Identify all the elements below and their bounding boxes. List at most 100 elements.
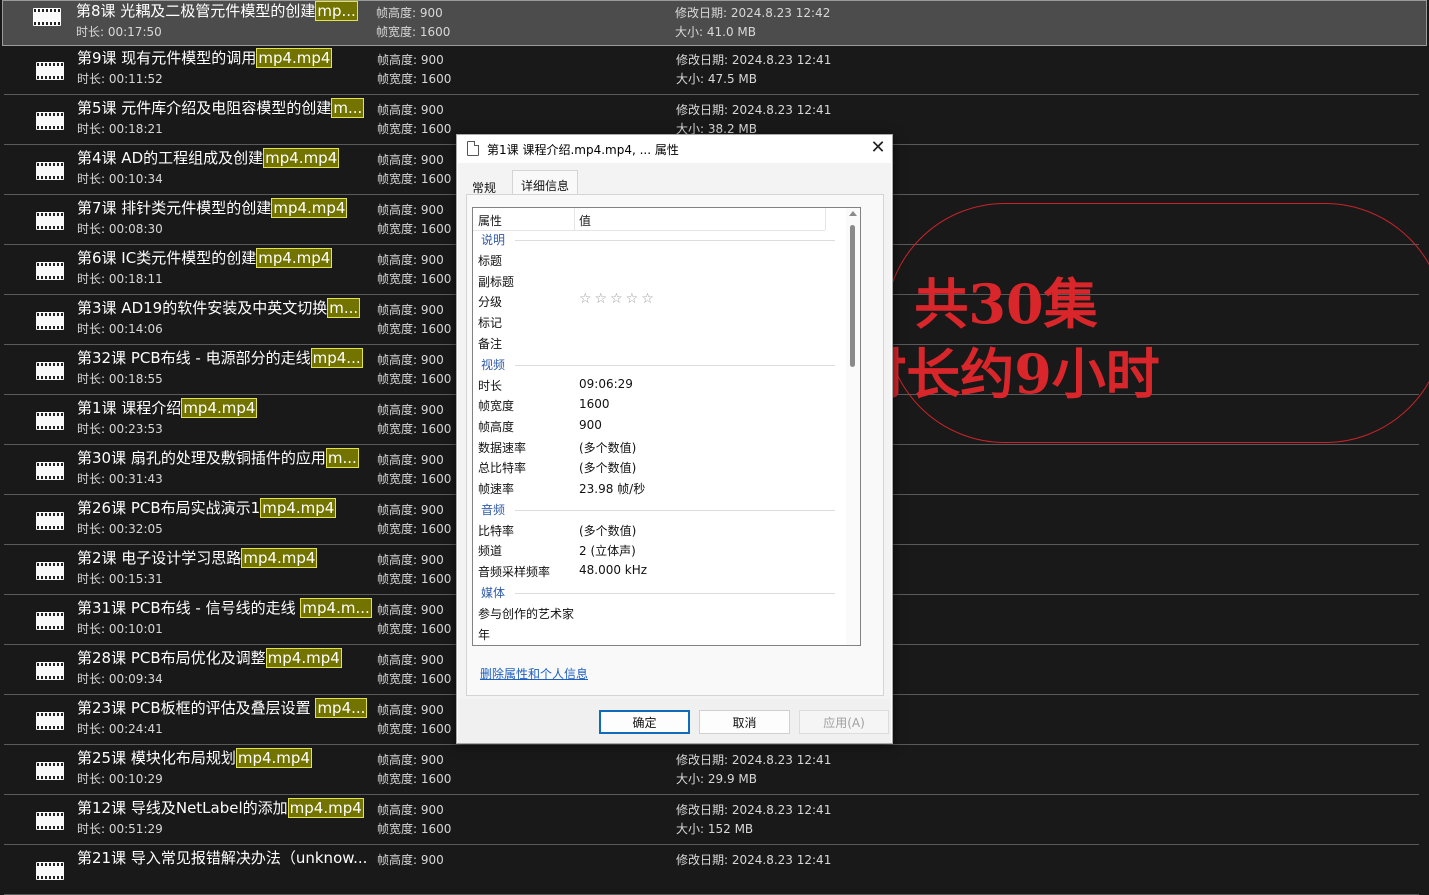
- file-duration: 时长: 00:18:21: [77, 122, 163, 136]
- property-name: 音频采样频率: [478, 565, 551, 580]
- modified-date: 修改日期: 2024.8.23 12:41: [676, 753, 832, 767]
- property-row[interactable]: 帧速率 23.98 帧/秒: [473, 478, 845, 498]
- file-name[interactable]: 第5课 元件库介绍及电阻容模型的创建 m...: [77, 97, 365, 118]
- modified-date: 修改日期: 2024.8.23 12:41: [676, 53, 832, 67]
- file-name[interactable]: 第8课 光耦及二极管元件模型的创建 mp...: [76, 0, 358, 21]
- property-row[interactable]: 分级 ☆☆☆☆☆: [473, 291, 845, 311]
- property-name: 帧速率: [478, 482, 515, 496]
- property-row[interactable]: 标记: [473, 312, 845, 332]
- file-duration: 时长: 00:24:41: [77, 722, 163, 736]
- file-name[interactable]: 第7课 排针类元件模型的创建 mp4.mp4: [77, 197, 348, 218]
- remove-properties-link[interactable]: 删除属性和个人信息: [480, 665, 588, 682]
- file-name[interactable]: 第25课 模块化布局规划 mp4.mp4: [77, 747, 312, 768]
- file-name[interactable]: 第21课 导入常见报错解决办法（unknow...: [77, 847, 367, 868]
- cancel-button[interactable]: 取消: [699, 710, 790, 734]
- property-name: 分级: [478, 295, 503, 310]
- property-row[interactable]: 年: [473, 624, 845, 644]
- file-name[interactable]: 第12课 导线及NetLabel的添加 mp4.mp4: [77, 797, 364, 818]
- frame-width: 帧宽度: 1600: [377, 522, 452, 536]
- close-icon[interactable]: ✕: [867, 137, 889, 159]
- property-value: 2 (立体声): [579, 544, 636, 559]
- frame-width: 帧宽度: 1600: [377, 72, 452, 86]
- video-file-icon: [36, 462, 64, 480]
- section-audio: 音频: [473, 500, 845, 520]
- properties-list[interactable]: 属性 值 说明 标题 副标题 分级 ☆☆☆☆☆ 标记 备注 视频 时长 09:06:29 帧宽度 16…: [472, 207, 861, 646]
- video-file-icon: [36, 662, 64, 680]
- file-name[interactable]: 第28课 PCB布局优化及调整 mp4.mp4: [77, 647, 342, 668]
- column-divider[interactable]: [574, 208, 575, 230]
- file-name-text: 第8课 光耦及二极管元件模型的创建: [76, 2, 316, 20]
- file-name[interactable]: 第31课 PCB布线 - 信号线的走线 mp4.m...: [77, 597, 372, 618]
- file-name[interactable]: 第2课 电子设计学习思路 mp4.mp4: [77, 547, 318, 568]
- rating-stars-icon[interactable]: ☆☆☆☆☆: [579, 291, 657, 307]
- frame-width: 帧宽度: 1600: [377, 172, 452, 186]
- file-row[interactable]: 第9课 现有元件模型的调用 mp4.mp4 时长: 00:11:52 帧高度: 900…: [4, 46, 1419, 95]
- file-name[interactable]: 第6课 IC类元件模型的创建 mp4.mp4: [77, 247, 333, 268]
- file-name-text: 第1课 课程介绍: [77, 399, 182, 417]
- video-file-icon: [36, 612, 64, 630]
- frame-height: 帧高度: 900: [377, 353, 444, 367]
- file-name[interactable]: 第1课 课程介绍 mp4.mp4: [77, 397, 258, 418]
- frame-height: 帧高度: 900: [377, 453, 444, 467]
- file-name[interactable]: 第30课 扇孔的处理及敷铜插件的应用 m...: [77, 447, 359, 468]
- column-header-value[interactable]: 值: [579, 212, 591, 229]
- frame-width: 帧宽度: 1600: [377, 672, 452, 686]
- scrollbar-thumb[interactable]: [850, 225, 855, 367]
- property-value: (多个数值): [579, 440, 637, 455]
- property-row[interactable]: 帧宽度 1600: [473, 395, 845, 415]
- file-row[interactable]: 第21课 导入常见报错解决办法（unknow... 帧高度: 900 修改日期: 2…: [4, 846, 1419, 895]
- property-value: 09:06:29: [579, 376, 633, 391]
- file-name[interactable]: 第32课 PCB布线 - 电源部分的走线 mp4...: [77, 347, 363, 368]
- file-name-text: 第30课 扇孔的处理及敷铜插件的应用: [77, 449, 326, 467]
- property-row[interactable]: 数据速率 (多个数值): [473, 437, 845, 457]
- file-row[interactable]: 第12课 导线及NetLabel的添加 mp4.mp4 时长: 00:51:29 帧高…: [4, 796, 1419, 845]
- property-row[interactable]: 帧高度 900: [473, 416, 845, 436]
- video-file-icon: [36, 212, 64, 230]
- file-duration: 时长: 00:11:52: [77, 72, 163, 86]
- frame-width: 帧宽度: 1600: [376, 25, 451, 39]
- frame-height: 帧高度: 900: [377, 853, 444, 867]
- property-row[interactable]: 总比特率 (多个数值): [473, 457, 845, 477]
- search-highlight: mp4.mp4: [260, 498, 337, 518]
- column-header-property[interactable]: 属性: [478, 212, 502, 229]
- file-name-text: 第28课 PCB布局优化及调整: [77, 649, 266, 667]
- file-name[interactable]: 第9课 现有元件模型的调用 mp4.mp4: [77, 47, 333, 68]
- frame-width: 帧宽度: 1600: [377, 372, 452, 386]
- ok-button[interactable]: 确定: [599, 710, 690, 734]
- file-name[interactable]: 第23课 PCB板框的评估及叠层设置 mp4...: [77, 697, 368, 718]
- search-highlight: mp4.mp4: [287, 798, 364, 818]
- property-row[interactable]: 副标题: [473, 271, 845, 291]
- search-highlight: mp4.mp4: [271, 198, 348, 218]
- file-name[interactable]: 第4课 AD的工程组成及创建 mp4.mp4: [77, 147, 340, 168]
- file-name[interactable]: 第26课 PCB布局实战演示1 mp4.mp4: [77, 497, 337, 518]
- file-size: 大小: 29.9 MB: [676, 772, 757, 786]
- properties-scrollbar[interactable]: [846, 208, 860, 645]
- property-name: 参与创作的艺术家: [478, 606, 575, 621]
- file-duration: 时长: 00:23:53: [77, 422, 163, 436]
- property-row[interactable]: 备注: [473, 333, 845, 353]
- frame-width: 帧宽度: 1600: [377, 622, 452, 636]
- file-name-text: 第32课 PCB布线 - 电源部分的走线: [77, 349, 311, 367]
- file-duration: 时长: 00:51:29: [77, 822, 163, 836]
- modified-date: 修改日期: 2024.8.23 12:41: [676, 853, 832, 867]
- search-highlight: mp4.m...: [300, 598, 372, 618]
- video-file-icon: [36, 712, 64, 730]
- promo-annotation: 共30集 时长约9小时: [852, 203, 1429, 443]
- file-row[interactable]: 第8课 光耦及二极管元件模型的创建 mp... 时长: 00:17:50 帧高度: 9…: [2, 0, 1427, 46]
- file-name[interactable]: 第3课 AD19的软件安装及中英文切换 m...: [77, 297, 361, 318]
- property-row[interactable]: 参与创作的艺术家: [473, 603, 845, 623]
- properties-dialog: 第1课 课程介绍.mp4.mp4, ... 属性 ✕ 常规 详细信息 属性 值 …: [456, 134, 893, 744]
- video-file-icon: [36, 762, 64, 780]
- property-row[interactable]: 时长 09:06:29: [473, 375, 845, 395]
- apply-button[interactable]: 应用(A): [799, 710, 889, 734]
- frame-width: 帧宽度: 1600: [377, 822, 452, 836]
- property-row[interactable]: 标题: [473, 250, 845, 270]
- property-name: 比特率: [478, 523, 515, 538]
- file-row[interactable]: 第25课 模块化布局规划 mp4.mp4 时长: 00:10:29 帧高度: 900 帧…: [4, 746, 1419, 795]
- scroll-up-arrow-icon[interactable]: [849, 211, 857, 216]
- video-file-icon: [36, 262, 64, 280]
- property-row[interactable]: 音频采样频率 48.000 kHz: [473, 561, 845, 581]
- property-row[interactable]: 比特率 (多个数值): [473, 520, 845, 540]
- property-row[interactable]: 频道 2 (立体声): [473, 540, 845, 560]
- column-divider[interactable]: [825, 208, 826, 230]
